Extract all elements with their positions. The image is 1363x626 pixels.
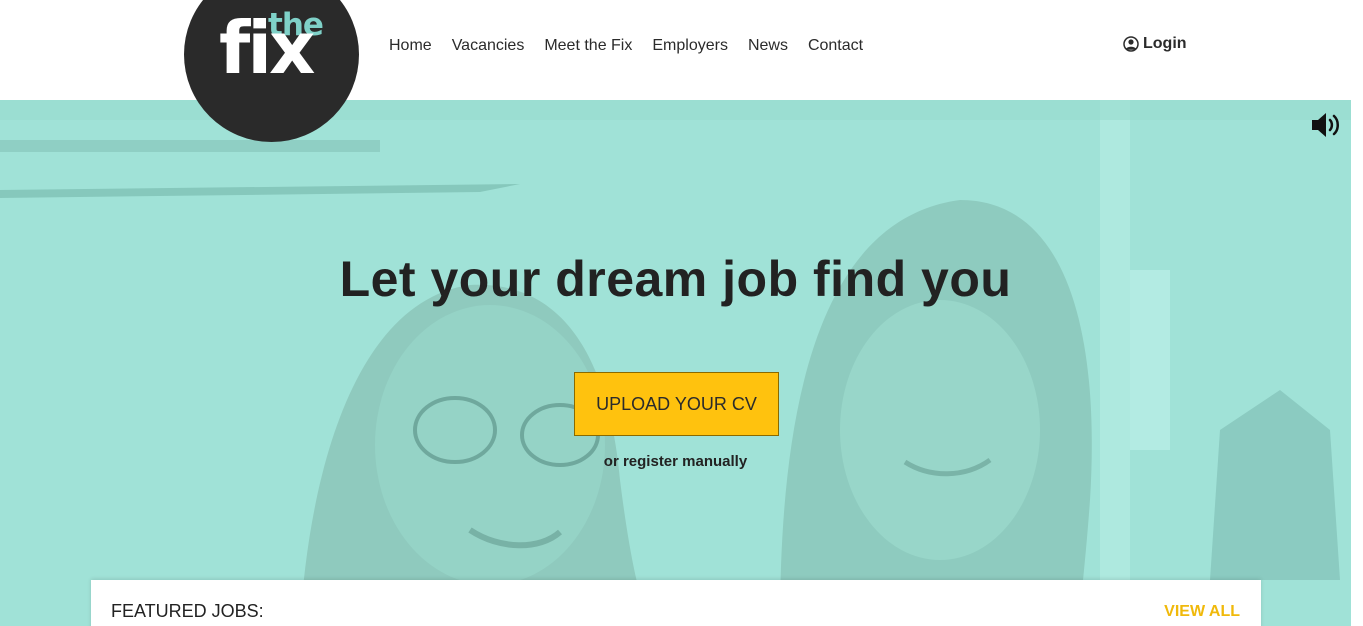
login-link[interactable]: Login: [1123, 35, 1187, 53]
featured-jobs-title: FEATURED JOBS:: [111, 601, 264, 621]
login-label: Login: [1143, 35, 1187, 52]
volume-icon[interactable]: [1310, 112, 1342, 138]
nav-item-meet-the-fix[interactable]: Meet the Fix: [544, 37, 632, 55]
register-manually-link[interactable]: or register manually: [0, 453, 1351, 470]
featured-jobs-panel: FEATURED JOBS: VIEW ALL: [91, 580, 1261, 626]
hero-headline: Let your dream job find you: [339, 251, 1012, 307]
hero-banner: Let your dream job find you UPLOAD YOUR …: [0, 100, 1351, 626]
logo-word-fix: fix: [219, 6, 315, 90]
nav-item-news[interactable]: News: [748, 37, 788, 55]
user-circle-icon: [1123, 36, 1139, 52]
nav-item-contact[interactable]: Contact: [808, 37, 863, 55]
nav-item-employers[interactable]: Employers: [652, 37, 728, 55]
page: Home Vacancies Meet the Fix Employers Ne…: [0, 0, 1351, 626]
scrollbar[interactable]: [1351, 0, 1363, 626]
nav-item-home[interactable]: Home: [389, 37, 432, 55]
upload-cv-button[interactable]: UPLOAD YOUR CV: [574, 372, 779, 436]
hero-background-image: [0, 100, 1351, 626]
view-all-link[interactable]: VIEW ALL: [1164, 603, 1240, 621]
nav-item-vacancies[interactable]: Vacancies: [452, 37, 525, 55]
main-nav: Home Vacancies Meet the Fix Employers Ne…: [389, 37, 863, 55]
